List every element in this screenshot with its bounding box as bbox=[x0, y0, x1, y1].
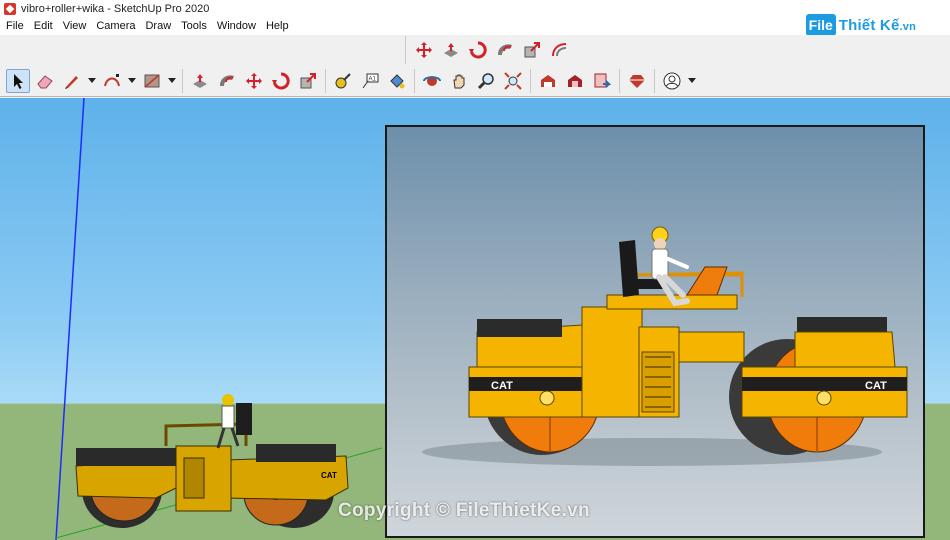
eraser-icon[interactable] bbox=[33, 69, 57, 93]
select-icon[interactable] bbox=[6, 68, 30, 93]
shape-dropdown[interactable] bbox=[167, 69, 176, 93]
main-toolbar: A1 bbox=[0, 65, 950, 97]
menu-help[interactable]: Help bbox=[261, 18, 294, 35]
scale-icon[interactable] bbox=[296, 69, 320, 93]
menu-tools[interactable]: Tools bbox=[176, 18, 212, 35]
svg-text:A1: A1 bbox=[369, 76, 377, 82]
offset-icon[interactable] bbox=[547, 38, 571, 62]
layout-icon[interactable] bbox=[590, 69, 614, 93]
rear-hood bbox=[76, 448, 176, 466]
model-viewport[interactable]: CAT CAT CAT Copyright © FileThietKe.vn bbox=[0, 98, 950, 540]
sketchup-window: vibro+roller+wika - SketchUp Pro 2020 Fi… bbox=[0, 0, 950, 540]
toolbar-separator bbox=[325, 68, 326, 93]
zoom-extents-icon[interactable] bbox=[501, 69, 525, 93]
operator-body bbox=[221, 405, 235, 429]
push-pull-icon[interactable] bbox=[188, 69, 212, 93]
paint-bucket-icon[interactable] bbox=[385, 69, 409, 93]
render-rear-hood bbox=[477, 319, 562, 337]
roller-render: CAT CAT bbox=[422, 226, 908, 466]
copyright-watermark: Copyright © FileThietKe.vn bbox=[338, 500, 590, 521]
move-icon[interactable] bbox=[412, 38, 436, 62]
toolbar-separator bbox=[530, 68, 531, 93]
extension-warehouse-icon[interactable] bbox=[563, 69, 587, 93]
rotate-icon[interactable] bbox=[466, 38, 490, 62]
window-title: vibro+roller+wika - SketchUp Pro 2020 bbox=[21, 3, 210, 15]
toolbar-separator bbox=[414, 68, 415, 93]
text-icon[interactable]: A1 bbox=[358, 69, 382, 93]
toolbar-separator bbox=[619, 68, 620, 93]
brand-icon: File bbox=[805, 14, 836, 36]
rectangle-icon[interactable] bbox=[140, 69, 164, 93]
operator-helmet bbox=[222, 394, 234, 406]
brand-name-main: Thiết Kế bbox=[838, 16, 900, 34]
arc-icon[interactable] bbox=[100, 69, 124, 93]
render-engine-body bbox=[581, 306, 643, 418]
filethietke-logo: File Thiết Kế.vn bbox=[805, 14, 916, 36]
warehouse-icon[interactable] bbox=[536, 69, 560, 93]
arc-dropdown[interactable] bbox=[127, 69, 136, 93]
roller-model-left[interactable]: CAT bbox=[66, 388, 366, 538]
scale-icon[interactable] bbox=[520, 38, 544, 62]
move-icon[interactable] bbox=[242, 69, 266, 93]
menu-file[interactable]: File bbox=[0, 18, 29, 35]
tape-measure-icon[interactable] bbox=[331, 69, 355, 93]
rotate-icon[interactable] bbox=[269, 69, 293, 93]
camera-toolbar-row bbox=[0, 35, 950, 65]
brand-suffix: .vn bbox=[899, 20, 916, 33]
orbit-icon[interactable] bbox=[420, 69, 444, 93]
pencil-line-icon[interactable] bbox=[60, 69, 84, 93]
front-hood bbox=[256, 444, 336, 462]
profile-dropdown[interactable] bbox=[687, 69, 696, 93]
seat bbox=[236, 403, 252, 435]
follow-me-icon[interactable] bbox=[215, 69, 239, 93]
brand-label-left: CAT bbox=[321, 471, 337, 480]
profile-icon[interactable] bbox=[660, 69, 684, 93]
ruby-console-icon[interactable] bbox=[625, 69, 649, 93]
follow-me-icon[interactable] bbox=[493, 38, 517, 62]
render-brand-front: CAT bbox=[865, 380, 887, 392]
zoom-icon[interactable] bbox=[474, 69, 498, 93]
menu-edit[interactable]: Edit bbox=[29, 18, 58, 35]
render-steering-column bbox=[686, 266, 728, 296]
sketchup-logo-icon bbox=[4, 3, 16, 15]
menu-view[interactable]: View bbox=[58, 18, 92, 35]
floating-toolbar bbox=[405, 36, 574, 64]
menu-draw[interactable]: Draw bbox=[140, 18, 176, 35]
rendered-image-panel: CAT CAT bbox=[385, 125, 925, 538]
brand-name: Thiết Kế.vn bbox=[839, 17, 916, 34]
toolbar-separator bbox=[182, 68, 183, 93]
pan-icon[interactable] bbox=[447, 69, 471, 93]
menu-camera[interactable]: Camera bbox=[91, 18, 140, 35]
push-pull-icon[interactable] bbox=[439, 38, 463, 62]
menu-window[interactable]: Window bbox=[212, 18, 261, 35]
toolbar-separator bbox=[654, 68, 655, 93]
line-dropdown[interactable] bbox=[87, 69, 96, 93]
render-brand-rear: CAT bbox=[491, 380, 513, 392]
